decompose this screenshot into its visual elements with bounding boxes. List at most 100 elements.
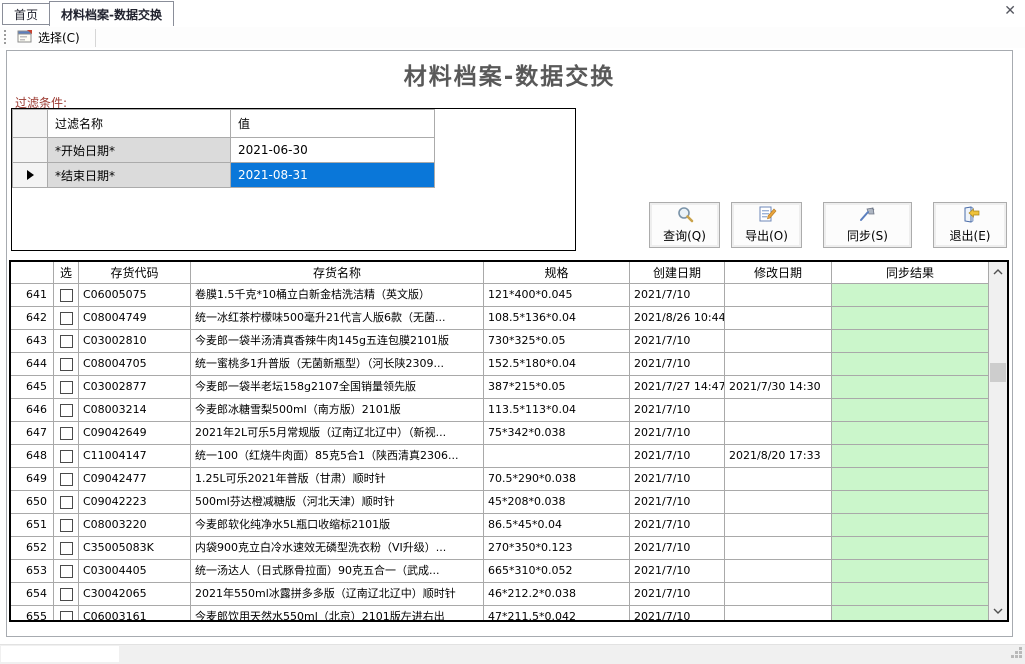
modified-date-cell <box>725 330 832 353</box>
inventory-code-column-header[interactable]: 存货代码 <box>79 262 191 284</box>
sync-result-cell <box>832 606 989 620</box>
exit-door-icon <box>960 206 980 226</box>
inventory-code-cell: C08004749 <box>79 307 191 330</box>
inventory-code-cell: C03004405 <box>79 560 191 583</box>
row-checkbox[interactable] <box>60 611 73 621</box>
vertical-scrollbar[interactable] <box>989 262 1007 620</box>
table-row[interactable]: 648 C11004147 统一100（红烧牛肉面）85克5合1（陕西清真230… <box>11 445 989 468</box>
tab-material-data-exchange[interactable]: 材料档案-数据交换 <box>49 1 174 26</box>
row-select-cell[interactable] <box>54 491 79 514</box>
table-row[interactable]: 647 C09042649 2021年2L可乐5月常规版（辽南辽北辽中）（新视.… <box>11 422 989 445</box>
row-checkbox[interactable] <box>60 404 73 417</box>
filter-grid: 过滤名称 值 *开始日期* 2021-06-30 *结束日期* 2021-08-… <box>12 109 435 188</box>
created-date-cell: 2021/7/10 <box>630 537 725 560</box>
row-select-cell[interactable] <box>54 353 79 376</box>
row-number-cell: 644 <box>11 353 54 376</box>
row-checkbox[interactable] <box>60 542 73 555</box>
row-checkbox[interactable] <box>60 565 73 578</box>
row-checkbox[interactable] <box>60 519 73 532</box>
inventory-table: 选 存货代码 存货名称 规格 创建日期 修改日期 同步结果 641 C06005… <box>9 260 1009 622</box>
inventory-name-cell: 内袋900克立白冷水速效无磷型洗衣粉（VI升级）... <box>191 537 484 560</box>
row-select-cell[interactable] <box>54 583 79 606</box>
row-checkbox[interactable] <box>60 358 73 371</box>
row-checkbox[interactable] <box>60 427 73 440</box>
spec-cell: 47*211.5*0.042 <box>484 606 630 620</box>
row-select-cell[interactable] <box>54 537 79 560</box>
row-select-cell[interactable] <box>54 560 79 583</box>
table-row[interactable]: 654 C30042065 2021年550ml冰露拼多多版（辽南辽北辽中）顺时… <box>11 583 989 606</box>
inventory-name-cell: 今麦郎软化纯净水5L瓶口收缩标2101版 <box>191 514 484 537</box>
row-select-cell[interactable] <box>54 606 79 620</box>
row-checkbox[interactable] <box>60 588 73 601</box>
table-row[interactable]: 650 C09042223 500ml芬达橙减糖版（河北天津）顺时针 45*20… <box>11 491 989 514</box>
row-number-cell: 649 <box>11 468 54 491</box>
table-row[interactable]: 651 C08003220 今麦郎软化纯净水5L瓶口收缩标2101版 86.5*… <box>11 514 989 537</box>
row-select-cell[interactable] <box>54 376 79 399</box>
row-number-cell: 647 <box>11 422 54 445</box>
row-checkbox[interactable] <box>60 450 73 463</box>
select-button[interactable]: 选择(C) <box>12 27 85 49</box>
modified-date-cell <box>725 353 832 376</box>
filter-name-column-header[interactable]: 过滤名称 <box>48 110 231 138</box>
sync-button[interactable]: 同步(S) <box>823 202 912 248</box>
filter-row-start-date[interactable]: *开始日期* 2021-06-30 <box>13 138 435 163</box>
select-column-header[interactable]: 选 <box>54 262 79 284</box>
row-select-cell[interactable] <box>54 445 79 468</box>
toolbar-grip[interactable] <box>4 30 6 46</box>
sync-result-column-header[interactable]: 同步结果 <box>832 262 989 284</box>
created-date-column-header[interactable]: 创建日期 <box>630 262 725 284</box>
table-row[interactable]: 655 C06003161 今麦郎饮用天然水550ml（北京）2101版左进右出… <box>11 606 989 620</box>
filter-value-cell-start-date[interactable]: 2021-06-30 <box>231 138 435 163</box>
filter-name-cell: *开始日期* <box>48 138 231 163</box>
inventory-name-cell: 2021年2L可乐5月常规版（辽南辽北辽中）（新视... <box>191 422 484 445</box>
row-checkbox[interactable] <box>60 312 73 325</box>
table-row[interactable]: 649 C09042477 1.25L可乐2021年普版（甘肃）顺时针 70.5… <box>11 468 989 491</box>
export-button[interactable]: 导出(O) <box>731 202 802 248</box>
query-button[interactable]: 查询(Q) <box>649 202 720 248</box>
exit-button[interactable]: 退出(E) <box>933 202 1007 248</box>
row-select-cell[interactable] <box>54 468 79 491</box>
inventory-name-cell: 统一100（红烧牛肉面）85克5合1（陕西清真2306... <box>191 445 484 468</box>
table-row[interactable]: 645 C03002877 今麦郎一袋半老坛158g2107全国销量领先版 38… <box>11 376 989 399</box>
filter-value-column-header[interactable]: 值 <box>231 110 435 138</box>
row-number-cell: 650 <box>11 491 54 514</box>
table-row[interactable]: 642 C08004749 统一冰红茶柠檬味500毫升21代言人版6款（无菌..… <box>11 307 989 330</box>
inventory-name-cell: 统一冰红茶柠檬味500毫升21代言人版6款（无菌... <box>191 307 484 330</box>
scroll-up-icon[interactable] <box>989 263 1007 280</box>
inventory-name-cell: 统一汤达人（日式豚骨拉面）90克五合一（武成... <box>191 560 484 583</box>
row-select-cell[interactable] <box>54 307 79 330</box>
modified-date-column-header[interactable]: 修改日期 <box>725 262 832 284</box>
close-icon[interactable]: ✕ <box>1004 3 1016 19</box>
filter-value-cell-end-date[interactable]: 2021-08-31 <box>231 163 435 188</box>
spec-column-header[interactable]: 规格 <box>484 262 630 284</box>
scroll-down-icon[interactable] <box>989 602 1007 619</box>
inventory-name-cell: 今麦郎饮用天然水550ml（北京）2101版左进右出 <box>191 606 484 620</box>
row-select-cell[interactable] <box>54 330 79 353</box>
row-select-cell[interactable] <box>54 399 79 422</box>
row-checkbox[interactable] <box>60 381 73 394</box>
table-row[interactable]: 652 C35005083K 内袋900克立白冷水速效无磷型洗衣粉（VI升级）.… <box>11 537 989 560</box>
row-number-column-header[interactable] <box>11 262 54 284</box>
table-row[interactable]: 644 C08004705 统一蜜桃多1升普版（无菌新瓶型）（河长陕2309..… <box>11 353 989 376</box>
table-row[interactable]: 643 C03002810 今麦郎一袋半汤清真香辣牛肉145g五连包膜2101版… <box>11 330 989 353</box>
modified-date-cell <box>725 468 832 491</box>
row-checkbox[interactable] <box>60 496 73 509</box>
inventory-name-column-header[interactable]: 存货名称 <box>191 262 484 284</box>
table-row[interactable]: 653 C03004405 统一汤达人（日式豚骨拉面）90克五合一（武成... … <box>11 560 989 583</box>
inventory-code-cell: C09042477 <box>79 468 191 491</box>
created-date-cell: 2021/7/10 <box>630 583 725 606</box>
spec-cell: 665*310*0.052 <box>484 560 630 583</box>
created-date-cell: 2021/7/10 <box>630 353 725 376</box>
row-checkbox[interactable] <box>60 335 73 348</box>
tab-home[interactable]: 首页 <box>2 3 50 25</box>
row-checkbox[interactable] <box>60 289 73 302</box>
row-select-cell[interactable] <box>54 422 79 445</box>
row-select-cell[interactable] <box>54 514 79 537</box>
row-select-cell[interactable] <box>54 284 79 307</box>
table-row[interactable]: 646 C08003214 今麦郎冰糖雪梨500ml（南方版）2101版 113… <box>11 399 989 422</box>
resize-grip-icon[interactable] <box>1011 647 1023 662</box>
filter-row-end-date[interactable]: *结束日期* 2021-08-31 <box>13 163 435 188</box>
table-row[interactable]: 641 C06005075 卷膜1.5千克*10桶立白新金桔洗洁精（英文版） 1… <box>11 284 989 307</box>
row-checkbox[interactable] <box>60 473 73 486</box>
scrollbar-thumb[interactable] <box>990 363 1006 382</box>
